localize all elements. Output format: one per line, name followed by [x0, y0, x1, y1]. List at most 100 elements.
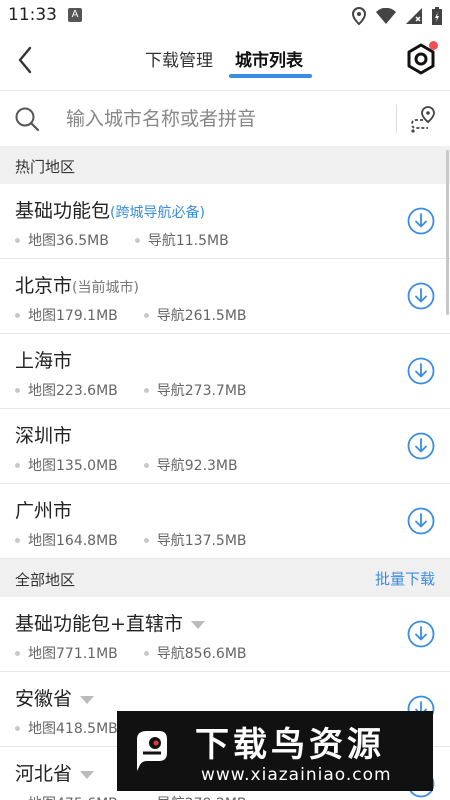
region-name: 基础功能包+直辖市 [15, 609, 205, 636]
scrollbar[interactable] [446, 150, 449, 315]
download-icon[interactable] [407, 507, 435, 535]
status-bar: 11:33 A [0, 0, 450, 32]
bird-logo-icon [125, 723, 181, 779]
map-size-text: 地图418.5MB [28, 721, 118, 737]
nav-size-text: 导航137.5MB [156, 533, 247, 549]
bullet-dot [15, 462, 20, 468]
bullet-dot [15, 387, 20, 393]
list-item[interactable]: 广州市地图164.8MB 导航137.5MB [0, 484, 450, 559]
map-size-text: 地图771.1MB [28, 646, 118, 662]
search-divider [396, 105, 397, 133]
package-sizes: 地图475.6MB 导航279.2MB [15, 793, 247, 800]
nav-size: 导航11.5MB [134, 230, 229, 250]
package-sizes: 地图36.5MB 导航11.5MB [15, 230, 229, 250]
region-name-text: 安徽省 [15, 688, 73, 710]
map-size-text: 地图179.1MB [28, 308, 118, 324]
region-tag: (跨城导航必备) [110, 205, 205, 221]
nav-size-text: 导航11.5MB [147, 233, 229, 249]
hot-city-list: 基础功能包(跨城导航必备) 地图36.5MB 导航11.5MB 北京市(当前城市) 地图… [0, 184, 450, 559]
bullet-dot [143, 312, 149, 318]
nav-size-text: 导航261.5MB [156, 308, 247, 324]
hot-section-header: 热门地区 [0, 146, 450, 184]
bullet-dot [15, 650, 20, 656]
package-sizes: 地图164.8MB 导航137.5MB [15, 530, 247, 550]
notification-icon: A [68, 8, 82, 22]
expand-caret-icon[interactable] [80, 770, 95, 779]
list-item[interactable]: 深圳市地图135.0MB 导航92.3MB [0, 409, 450, 484]
bullet-dot [134, 237, 140, 243]
download-icon[interactable] [407, 620, 435, 648]
bullet-dot [15, 537, 20, 543]
battery-icon [432, 7, 442, 25]
nav-size: 导航856.6MB [143, 643, 247, 663]
map-size-text: 地图475.6MB [28, 793, 118, 800]
nav-size: 导航279.2MB [144, 793, 247, 800]
region-name-text: 基础功能包+直辖市 [15, 613, 183, 635]
nav-size: 导航92.3MB [143, 455, 238, 475]
status-icons [352, 6, 442, 26]
nav-size-text: 导航92.3MB [156, 458, 238, 474]
list-item[interactable]: 基础功能包+直辖市地图771.1MB 导航856.6MB [0, 597, 450, 672]
bullet-dot [15, 312, 20, 318]
tab-city-list[interactable]: 城市列表 [235, 46, 303, 71]
download-icon[interactable] [407, 357, 435, 385]
map-size-text: 地图164.8MB [28, 533, 118, 549]
search-bar [0, 90, 450, 146]
map-size-text: 地图36.5MB [28, 233, 109, 249]
map-size: 地图135.0MB [15, 455, 118, 475]
region-name: 深圳市 [15, 421, 72, 448]
tab-download-manager[interactable]: 下载管理 [145, 46, 213, 71]
all-section-title: 全部地区 [15, 571, 76, 589]
region-name: 上海市 [15, 346, 72, 373]
package-sizes: 地图418.5MB [15, 718, 118, 738]
bullet-dot [143, 650, 149, 656]
region-name: 河北省 [15, 759, 95, 786]
nav-size: 导航261.5MB [143, 305, 247, 325]
list-item[interactable]: 上海市地图223.6MB 导航273.7MB [0, 334, 450, 409]
signal-icon [406, 8, 422, 24]
city-search-input[interactable] [66, 103, 382, 135]
watermark-url: www.xiazainiao.com [201, 765, 392, 785]
nav-size: 导航137.5MB [143, 530, 247, 550]
batch-download-link[interactable]: 批量下载 [375, 568, 435, 589]
watermark-banner: 下载鸟资源 www.xiazainiao.com [117, 711, 433, 791]
package-sizes: 地图179.1MB 导航261.5MB [15, 305, 247, 325]
list-item[interactable]: 基础功能包(跨城导航必备) 地图36.5MB 导航11.5MB [0, 184, 450, 259]
package-sizes: 地图223.6MB 导航273.7MB [15, 380, 247, 400]
expand-caret-icon[interactable] [80, 695, 95, 704]
location-icon [352, 7, 366, 25]
bullet-dot [15, 237, 20, 243]
back-arrow-icon[interactable] [12, 44, 40, 76]
package-sizes: 地图135.0MB 导航92.3MB [15, 455, 238, 475]
expand-caret-icon[interactable] [190, 620, 205, 629]
all-section-header: 全部地区 批量下载 [0, 559, 450, 597]
download-icon[interactable] [407, 432, 435, 460]
map-size: 地图164.8MB [15, 530, 118, 550]
wifi-icon [376, 8, 396, 24]
region-name-text: 广州市 [15, 500, 73, 522]
region-name: 基础功能包(跨城导航必备) [15, 196, 205, 223]
top-bar: 下载管理 城市列表 [0, 32, 450, 88]
hot-section-title: 热门地区 [15, 158, 76, 176]
settings-badge-dot [429, 41, 438, 50]
package-sizes: 地图771.1MB 导航856.6MB [15, 643, 247, 663]
nav-size-text: 导航273.7MB [156, 383, 247, 399]
map-size: 地图36.5MB [15, 230, 109, 250]
watermark-title: 下载鸟资源 [195, 725, 385, 765]
route-location-icon[interactable] [408, 104, 438, 134]
bullet-dot [143, 387, 149, 393]
download-icon[interactable] [407, 207, 435, 235]
region-tag: (当前城市) [72, 280, 139, 296]
region-name: 广州市 [15, 496, 72, 523]
map-size: 地图771.1MB [15, 643, 118, 663]
region-name: 北京市(当前城市) [15, 271, 139, 298]
bullet-dot [143, 537, 149, 543]
map-size: 地图475.6MB [15, 793, 118, 800]
region-name: 安徽省 [15, 684, 95, 711]
map-size-text: 地图223.6MB [28, 383, 118, 399]
list-item[interactable]: 北京市(当前城市) 地图179.1MB 导航261.5MB [0, 259, 450, 334]
region-name-text: 深圳市 [15, 425, 73, 447]
download-icon[interactable] [407, 282, 435, 310]
map-size-text: 地图135.0MB [28, 458, 118, 474]
region-name-text: 北京市 [15, 275, 73, 297]
